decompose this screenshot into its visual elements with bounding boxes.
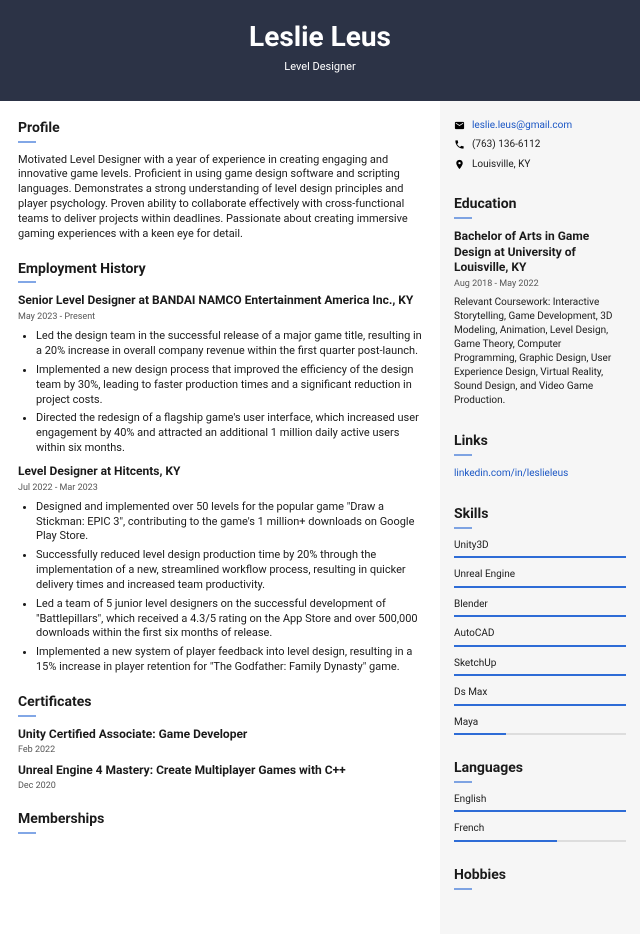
list-item: Implemented a new design process that im… [36, 363, 424, 408]
job-date: Jul 2022 - Mar 2023 [18, 482, 424, 494]
main-column: Profile Motivated Level Designer with a … [0, 101, 440, 934]
skills-section: Skills Unity3D Unreal Engine Blender Aut… [454, 505, 626, 735]
divider [454, 527, 472, 529]
skills-heading: Skills [454, 505, 626, 524]
job-bullets: Led the design team in the successful re… [18, 329, 424, 456]
job-title: Level Designer at Hitcents, KY [18, 464, 424, 480]
cert-date: Dec 2020 [18, 780, 424, 792]
divider [454, 217, 472, 219]
list-item: Implemented a new system of player feedb… [36, 645, 424, 675]
divider [18, 832, 36, 834]
education-date: Aug 2018 - May 2022 [454, 278, 626, 290]
divider [454, 781, 472, 783]
languages-section: Languages English French [454, 759, 626, 842]
header: Leslie Leus Level Designer [0, 0, 640, 101]
certificates-heading: Certificates [18, 693, 424, 712]
skill-name: AutoCAD [454, 627, 626, 641]
contact-phone: (763) 136-6112 [454, 138, 626, 152]
skill-name: Blender [454, 598, 626, 612]
skill-bar [454, 733, 626, 735]
skill-name: Ds Max [454, 686, 626, 700]
skill-bar [454, 586, 626, 588]
job-title: Level Designer [0, 60, 640, 75]
hobbies-section: Hobbies [454, 866, 626, 890]
skill-name: SketchUp [454, 657, 626, 671]
list-item: Led the design team in the successful re… [36, 329, 424, 359]
divider [18, 715, 36, 717]
divider [18, 141, 36, 143]
skill-name: English [454, 793, 626, 807]
memberships-section: Memberships [18, 810, 424, 834]
cert-title: Unity Certified Associate: Game Develope… [18, 727, 424, 743]
links-section: Links linkedin.com/in/leslieleus [454, 432, 626, 481]
skill-bar [454, 556, 626, 558]
linkedin-link[interactable]: linkedin.com/in/leslieleus [454, 468, 568, 479]
links-heading: Links [454, 432, 626, 451]
email-icon [454, 120, 465, 131]
profile-section: Profile Motivated Level Designer with a … [18, 119, 424, 242]
location-icon [454, 159, 465, 170]
skill-bar [454, 840, 626, 842]
skill-bar [454, 810, 626, 812]
divider [454, 888, 472, 890]
divider [18, 281, 36, 283]
skill-name: French [454, 822, 626, 836]
skill-name: Unity3D [454, 539, 626, 553]
skill-name: Maya [454, 716, 626, 730]
job-bullets: Designed and implemented over 50 levels … [18, 500, 424, 675]
list-item: Directed the redesign of a flagship game… [36, 411, 424, 456]
cert-title: Unreal Engine 4 Mastery: Create Multipla… [18, 763, 424, 779]
contact-email: leslie.leus@gmail.com [454, 119, 626, 133]
languages-heading: Languages [454, 759, 626, 778]
list-item: Designed and implemented over 50 levels … [36, 500, 424, 545]
skill-name: Unreal Engine [454, 568, 626, 582]
skill-bar [454, 645, 626, 647]
hobbies-heading: Hobbies [454, 866, 626, 885]
education-desc: Relevant Coursework: Interactive Storyte… [454, 296, 626, 408]
sidebar: leslie.leus@gmail.com (763) 136-6112 Lou… [440, 101, 640, 934]
employment-section: Employment History Senior Level Designer… [18, 260, 424, 675]
skill-bar [454, 674, 626, 676]
divider [454, 454, 472, 456]
employment-heading: Employment History [18, 260, 424, 279]
phone-icon [454, 139, 465, 150]
phone-text: (763) 136-6112 [472, 138, 540, 152]
certificates-section: Certificates Unity Certified Associate: … [18, 693, 424, 792]
education-title: Bachelor of Arts in Game Design at Unive… [454, 229, 626, 276]
list-item: Successfully reduced level design produc… [36, 548, 424, 593]
list-item: Led a team of 5 junior level designers o… [36, 597, 424, 642]
education-section: Education Bachelor of Arts in Game Desig… [454, 195, 626, 408]
location-text: Louisville, KY [472, 158, 530, 172]
contact-section: leslie.leus@gmail.com (763) 136-6112 Lou… [454, 119, 626, 172]
job-title: Senior Level Designer at BANDAI NAMCO En… [18, 293, 424, 309]
profile-text: Motivated Level Designer with a year of … [18, 153, 424, 242]
skill-bar [454, 704, 626, 706]
memberships-heading: Memberships [18, 810, 424, 829]
email-link[interactable]: leslie.leus@gmail.com [472, 119, 572, 133]
cert-date: Feb 2022 [18, 744, 424, 756]
skill-bar [454, 615, 626, 617]
education-heading: Education [454, 195, 626, 214]
job-date: May 2023 - Present [18, 311, 424, 323]
profile-heading: Profile [18, 119, 424, 138]
name: Leslie Leus [0, 18, 640, 56]
contact-location: Louisville, KY [454, 158, 626, 172]
